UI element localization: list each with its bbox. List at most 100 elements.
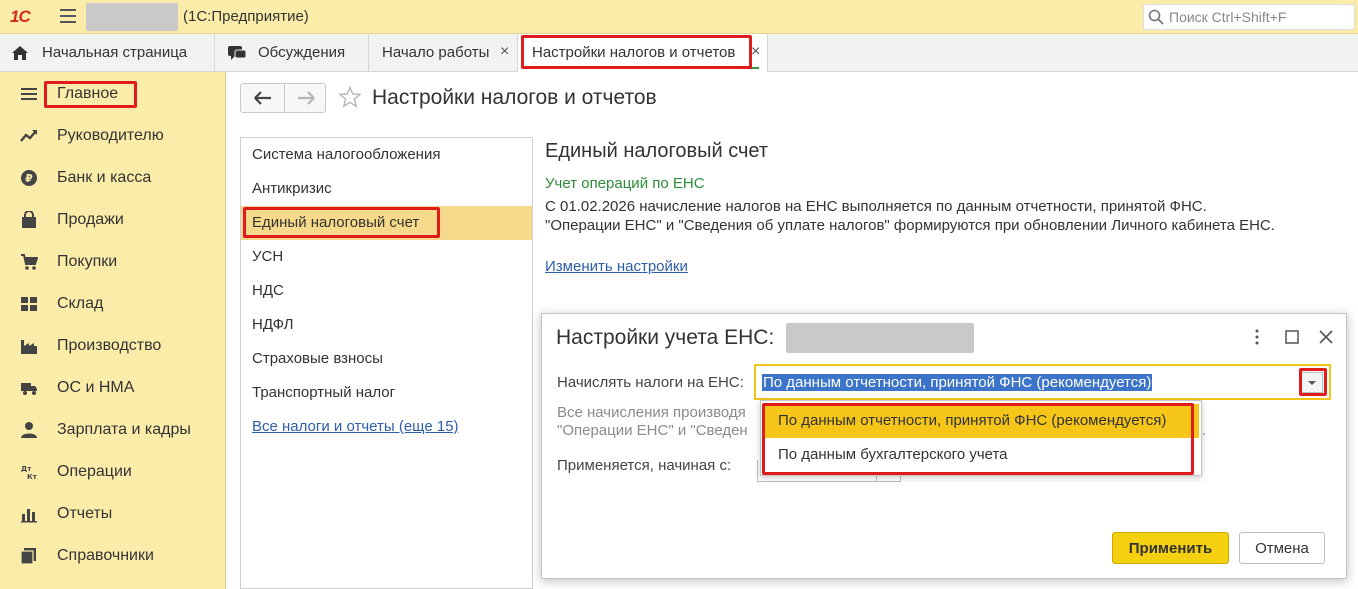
list-item-ndfl[interactable]: НДФЛ [241,308,532,342]
list-item-label: Система налогообложения [252,146,441,163]
option-label: По данным отчетности, принятой ФНС (реко… [778,412,1167,429]
bag-icon [22,211,36,228]
back-button[interactable] [241,84,284,112]
sidebar-item-operations[interactable]: Дт Кт Операции [0,452,226,492]
favorite-star-icon[interactable] [339,86,361,108]
sidebar-item-director[interactable]: Руководителю [0,116,226,156]
tab-tax-settings[interactable]: Настройки налогов и отчетов × [518,34,768,72]
list-item-label: НДФЛ [252,316,294,333]
logo: 1С [10,7,31,26]
tax-section-list: Система налогообложения Антикризис Едины… [240,137,533,589]
sidebar-item-bank[interactable]: ₽ Банк и касса [0,158,226,198]
truck-icon [21,383,37,395]
sidebar-item-label: Зарплата и кадры [57,421,191,438]
books-icon [20,548,36,565]
sidebar-item-label: Покупки [57,253,118,270]
sidebar-item-label: Склад [57,295,104,312]
sidebar-item-salary[interactable]: Зарплата и кадры [0,410,226,450]
sidebar-item-label: Операции [57,463,132,480]
svg-text:₽: ₽ [25,172,33,185]
sidebar-item-production[interactable]: Производство [0,326,226,366]
date-label: Применяется, начиная с: [557,457,732,474]
factory-icon [21,340,37,354]
all-taxes-link[interactable]: Все налоги и отчеты (еще 15) [241,410,532,444]
menu-icon [21,88,37,100]
option-fns-reporting[interactable]: По данным отчетности, принятой ФНС (реко… [765,404,1199,438]
sidebar-item-directories[interactable]: Справочники [0,536,226,576]
top-bar: 1С (1С:Предприятие) Поиск Ctrl+Shift+F [0,0,1358,34]
list-item-insurance[interactable]: Страховые взносы [241,342,532,376]
list-item-label: НДС [252,282,284,299]
search-box[interactable]: Поиск Ctrl+Shift+F [1143,4,1355,30]
close-icon[interactable] [1317,328,1335,346]
sidebar-item-main[interactable]: Главное [0,74,226,114]
option-accounting[interactable]: По данным бухгалтерского учета [765,438,1199,472]
dropdown-button[interactable] [1301,372,1323,393]
hint-text: . [1202,422,1207,439]
search-icon [1148,9,1164,25]
sidebar: Главное Руководителю ₽ Банк и касса Прод… [0,72,226,589]
sidebar-item-sales[interactable]: Продажи [0,200,226,240]
sidebar-item-reports[interactable]: Отчеты [0,494,226,534]
sidebar-item-label: Отчеты [57,505,113,522]
svg-text:Дт: Дт [21,465,32,473]
main-menu-icon[interactable] [60,9,76,23]
info-text: С 01.02.2026 начисление налогов на ЕНС в… [545,198,1207,215]
close-icon[interactable]: × [500,43,509,61]
section-subtitle: Учет операций по ЕНС [545,175,705,192]
info-text: "Операции ЕНС" и "Сведения об уплате нал… [545,217,1275,234]
sidebar-item-label: Продажи [57,211,124,228]
blurred-company-name [86,3,178,31]
person-icon [21,422,37,438]
search-placeholder: Поиск Ctrl+Shift+F [1169,9,1287,25]
sidebar-item-warehouse[interactable]: Склад [0,284,226,324]
blurred-organization [786,323,974,353]
dialog-title: Настройки учета ЕНС: [556,326,775,349]
ruble-icon: ₽ [21,170,37,186]
list-item-anticrisis[interactable]: Антикризис [241,172,532,206]
more-icon[interactable] [1248,328,1266,346]
apply-button[interactable]: Применить [1112,532,1229,564]
list-item-transport[interactable]: Транспортный налог [241,376,532,410]
sidebar-item-label: ОС и НМА [57,379,135,396]
history-nav [240,83,326,113]
forward-button[interactable] [284,84,327,112]
hint-text: "Операции ЕНС" и "Сведен [557,422,748,439]
list-item-label: Страховые взносы [252,350,383,367]
sidebar-item-purchases[interactable]: Покупки [0,242,226,282]
ens-mode-select[interactable]: По данным отчетности, принятой ФНС (реко… [754,364,1331,400]
dt-kt-icon: ДтКт [21,465,38,481]
tab-bar: Начальная страница Обсуждения Начало раб… [0,34,1358,72]
list-item-vat[interactable]: НДС [241,274,532,308]
ens-mode-label: Начислять налоги на ЕНС: [557,374,744,391]
change-settings-link[interactable]: Изменить настройки [545,258,688,275]
list-item-label: Транспортный налог [252,384,396,401]
cancel-button[interactable]: Отмена [1239,532,1325,564]
tab-label: Начальная страница [42,44,188,61]
svg-text:Кт: Кт [27,473,38,481]
selected-value: По данным отчетности, принятой ФНС (реко… [762,374,1153,391]
link-label: Все налоги и отчеты (еще 15) [252,418,459,435]
close-icon[interactable]: × [751,43,760,61]
tab-label: Обсуждения [258,44,346,61]
trend-icon [20,130,37,142]
tab-label: Настройки налогов и отчетов [532,44,736,61]
sidebar-item-label: Банк и касса [57,169,152,186]
tab-label: Начало работы [382,44,490,61]
tab-home[interactable]: Начальная страница [0,34,215,72]
list-item-label: УСН [252,248,284,265]
tab-discussions[interactable]: Обсуждения [215,34,369,72]
list-item-label: Антикризис [252,180,332,197]
maximize-icon[interactable] [1283,328,1301,346]
list-item-ens[interactable]: Единый налоговый счет [241,206,532,240]
sidebar-item-assets[interactable]: ОС и НМА [0,368,226,408]
option-label: По данным бухгалтерского учета [778,446,1008,463]
arrow-right-icon [298,91,315,105]
app-title: (1С:Предприятие) [183,8,309,25]
page-title: Настройки налогов и отчетов [372,86,657,109]
sidebar-item-label: Главное [57,85,119,102]
chevron-down-icon [1308,381,1316,385]
list-item-tax-system[interactable]: Система налогообложения [241,138,532,172]
list-item-usn[interactable]: УСН [241,240,532,274]
tab-getting-started[interactable]: Начало работы × [369,34,518,72]
